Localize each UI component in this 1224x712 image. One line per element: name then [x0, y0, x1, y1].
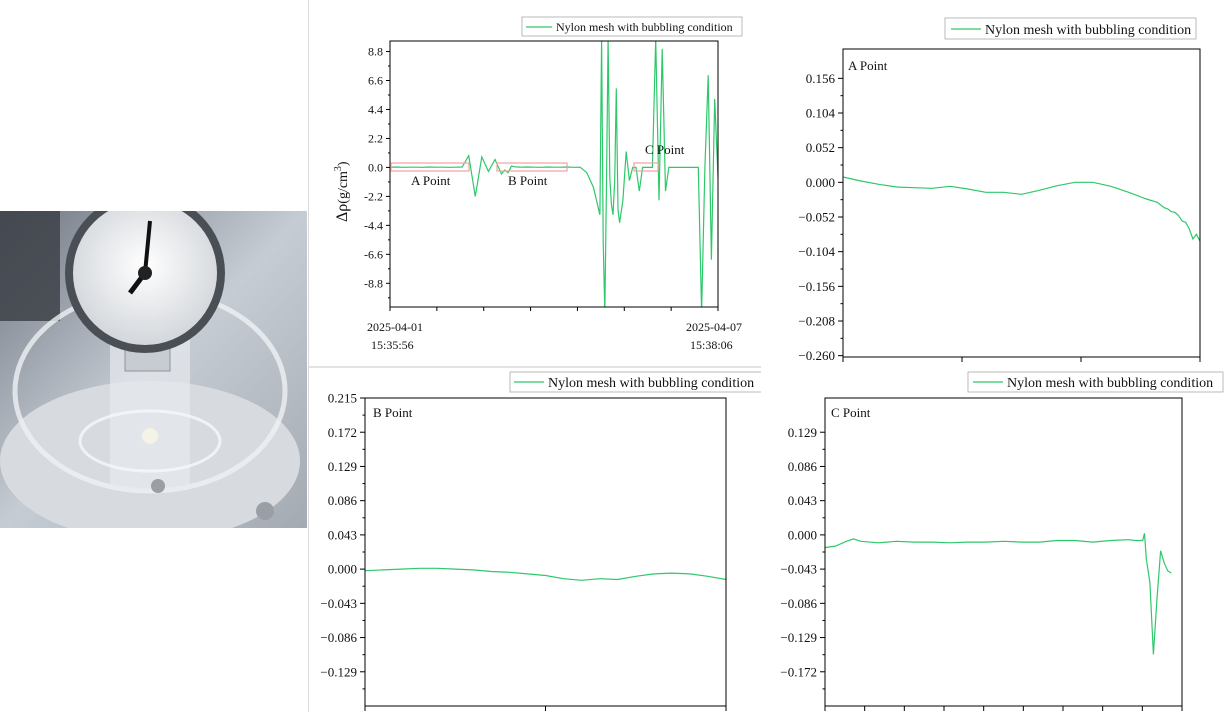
b-point-chart: Nylon mesh with bubbling condition 0.215…	[320, 371, 761, 711]
c-point-legend-text: Nylon mesh with bubbling condition	[1007, 376, 1213, 391]
a-point-legend-text: Nylon mesh with bubbling condition	[985, 23, 1191, 38]
photo-bracket	[0, 211, 60, 321]
c-point-ytick-label: −0.129	[780, 630, 817, 645]
overview-ytick-label: 0.0	[368, 161, 383, 175]
overview-ytick-label: -8.8	[364, 276, 383, 290]
a-point-ytick-label: 0.156	[806, 71, 836, 86]
pressure-gauge-photo-icon	[0, 193, 307, 541]
c-point-ytick-label: −0.172	[780, 664, 817, 679]
a-point-plot-frame	[842, 48, 1201, 358]
a-point-ytick-label: −0.052	[798, 210, 835, 225]
c-point-label: C Point	[831, 405, 871, 420]
annotation-b-point: B Point	[508, 173, 548, 188]
c-point-ytick-label: 0.086	[788, 459, 818, 474]
overview-ytick-label: -4.4	[364, 219, 383, 233]
a-point-ytick-label: 0.000	[806, 175, 835, 190]
a-point-ytick-label: 0.104	[806, 106, 836, 121]
gauge-pivot	[138, 266, 152, 280]
overview-xtick-start-time: 15:35:56	[371, 338, 414, 352]
overview-chart: Nylon mesh with bubbling condition Δρ(g/…	[333, 16, 743, 352]
a-point-ytick-label: −0.104	[798, 244, 835, 259]
overview-legend-text: Nylon mesh with bubbling condition	[556, 20, 733, 34]
overview-ytick-label: 6.6	[368, 74, 383, 88]
a-point-ytick-label: −0.260	[798, 348, 835, 363]
c-point-ytick-label: 0.000	[788, 527, 817, 542]
c-point-chart: Nylon mesh with bubbling condition 0.129…	[780, 371, 1224, 711]
a-point-ytick-label: 0.052	[806, 140, 835, 155]
overview-ytick-label: -6.6	[364, 248, 383, 262]
overview-ytick-label: 2.2	[368, 132, 383, 146]
b-point-series-line	[365, 567, 726, 581]
photo-bubble	[142, 428, 158, 444]
overview-xtick-end-date: 2025-04-07	[686, 320, 742, 334]
overview-xtick-end-time: 15:38:06	[690, 338, 733, 352]
b-point-label: B Point	[373, 405, 413, 420]
annotation-c-point: C Point	[645, 142, 685, 157]
b-point-ytick-label: 0.043	[328, 527, 357, 542]
b-point-ytick-label: 0.172	[328, 425, 357, 440]
b-point-ytick-label: −0.129	[320, 664, 357, 679]
a-point-plot-area: 0.156 0.104 0.052 0.000 −0.052 −0.104 −0.156 −0…	[798, 48, 1201, 363]
photo-drawing	[0, 193, 307, 541]
b-point-plot-frame	[364, 397, 727, 707]
overview-xtick-start-date: 2025-04-01	[367, 320, 423, 334]
overview-ytick-label: 4.4	[368, 103, 383, 117]
photo-hole-2	[256, 502, 274, 520]
c-point-ytick-label: 0.129	[788, 425, 817, 440]
c-point-ytick-label: 0.043	[788, 493, 817, 508]
c-point-plot-area: 0.129 0.086 0.043 0.000 −0.043 −0.086 −0.129 −0…	[780, 397, 1183, 711]
annotation-a-point: A Point	[411, 173, 451, 188]
c-point-series-line	[825, 533, 1172, 655]
b-point-plot-area: 0.215 0.172 0.129 0.086 0.043 0.000 −0.043 −0.0…	[320, 391, 727, 711]
overview-ytick-label: 8.8	[368, 45, 383, 59]
c-point-plot-frame	[824, 397, 1183, 707]
a-point-chart: Nylon mesh with bubbling condition 0.156…	[798, 17, 1201, 363]
b-point-ytick-label: −0.043	[320, 596, 357, 611]
b-point-ytick-label: 0.000	[328, 562, 357, 577]
b-point-ytick-label: 0.129	[328, 459, 357, 474]
photo-hole	[151, 479, 165, 493]
b-point-ytick-label: −0.086	[320, 630, 357, 645]
a-point-ytick-label: −0.208	[798, 314, 835, 329]
b-point-ytick-label: 0.086	[328, 493, 358, 508]
b-point-legend-text: Nylon mesh with bubbling condition	[548, 376, 754, 391]
overview-ylabel: Δρ(g/cm3)	[333, 161, 351, 222]
c-point-ytick-label: −0.086	[780, 596, 817, 611]
c-point-ytick-label: −0.043	[780, 562, 817, 577]
b-point-ytick-label: 0.215	[328, 391, 357, 406]
a-point-label: A Point	[848, 58, 888, 73]
a-point-ytick-label: −0.156	[798, 279, 835, 294]
a-point-series-line	[843, 176, 1200, 242]
overview-ytick-label: -2.2	[364, 190, 383, 204]
